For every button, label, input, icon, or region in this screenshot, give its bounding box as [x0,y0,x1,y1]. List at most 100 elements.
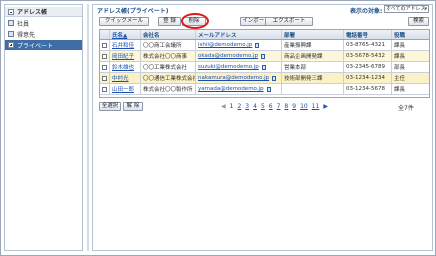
pane-divider[interactable] [87,4,89,251]
pager-page-current: 1 [229,103,234,110]
target-select[interactable]: すべてのアドレス [384,5,429,13]
pager-page[interactable]: 8 [284,103,288,110]
address-book-icon [8,20,14,26]
row-name: 石井和佳 [110,40,141,50]
sidebar-item-label: 社員 [17,20,30,28]
minus-box-icon[interactable] [8,8,14,15]
table-row: 岡田紀子 株式会社〇〇商事 okada@demodemo.jp 商品企画開発課 … [100,51,429,62]
pager-page[interactable]: 5 [261,103,265,110]
pagination: ◀ 1 2 3 4 5 6 7 8 9 10 11 ▶ [221,103,328,110]
mail-icon[interactable] [261,53,266,59]
row-company: 株式会社〇〇製作所 [141,84,196,94]
header-name[interactable]: 氏名▲ [110,30,141,39]
mail-link[interactable]: yamada@demodemo.jp [198,86,264,92]
table-row: 山田一郎 株式会社〇〇製作所 yamada@demodemo.jp 03-123… [100,84,429,95]
pager-next-icon[interactable]: ▶ [323,103,328,110]
app-window: アドレス帳 社員 得意先 プライベート アドレス帳(プライベート) 表示の対象:… [0,0,436,256]
contact-name-link[interactable]: 鈴木雄也 [112,63,134,71]
row-tel: 03-8765-4321 [344,40,392,50]
row-tel: 03-1234-5678 [344,84,392,94]
row-company: 株式会社〇〇商事 [141,51,196,61]
mail-link[interactable]: okada@demodemo.jp [198,53,258,59]
row-tel: 03-5678-5432 [344,51,392,61]
row-name: 鈴木雄也 [110,62,141,72]
target-label: 表示の対象: [350,8,383,15]
row-checkbox[interactable] [102,64,107,70]
row-checkbox-cell [100,62,110,72]
row-dept: 産業振興課 [282,40,344,50]
row-mail: ishii@demodemo.jp [196,40,282,50]
mail-icon[interactable] [272,75,277,81]
sidebar-item-addressbook[interactable]: アドレス帳 [5,7,82,17]
sidebar-item-label: 得意先 [17,31,36,39]
row-dept [282,84,344,94]
row-checkbox[interactable] [102,75,107,81]
total-count: 全7件 [398,105,414,112]
mail-icon[interactable] [266,86,271,92]
pager-page[interactable]: 6 [269,103,273,110]
table-row: 中村光 〇〇通信工業株式会社 nakamura@demodemo.jp 技術部開… [100,73,429,84]
row-name: 岡田紀子 [110,51,141,61]
page-title: アドレス帳(プライベート) [97,8,169,15]
sidebar-item-clients[interactable]: 得意先 [5,29,82,39]
pager-page[interactable]: 4 [253,103,257,110]
header-company: 会社名 [141,30,196,39]
header-checkbox-cell [100,30,110,39]
row-mail: okada@demodemo.jp [196,51,282,61]
register-button[interactable]: 登 録 [158,17,181,26]
mail-icon[interactable] [261,64,266,70]
row-title: 部長 [394,65,406,71]
row-name: 中村光 [110,73,141,83]
pager-page[interactable]: 7 [277,103,281,110]
row-checkbox-cell [100,51,110,61]
mail-icon[interactable] [255,42,260,48]
row-mail: suzuki@demodemo.jp [196,62,282,72]
export-button[interactable]: エクスポート [265,17,313,26]
row-mail: nakamura@demodemo.jp [196,73,282,83]
row-checkbox-cell [100,73,110,83]
mail-link[interactable]: nakamura@demodemo.jp [198,75,269,81]
header-tel: 電話番号 [344,30,392,39]
main-panel: アドレス帳(プライベート) 表示の対象: すべてのアドレス クイックメール 登 … [92,4,433,251]
plus-box-icon[interactable] [8,42,14,48]
table-row: 鈴木雄也 〇〇工業株式会社 suzuki@demodemo.jp 営業本部 03… [100,62,429,73]
search-button[interactable]: 検索 [408,17,429,26]
sidebar-item-label: プライベート [17,42,54,50]
row-mail: yamada@demodemo.jp [196,84,282,94]
pager-prev-icon[interactable]: ◀ [221,103,226,110]
pager-page[interactable]: 9 [292,103,296,110]
row-checkbox[interactable] [102,42,107,48]
header-title: 役職 [394,32,406,39]
table-row: 石井和佳 〇〇商工会議所 ishii@demodemo.jp 産業振興課 03-… [100,40,429,51]
row-tel: 03-2345-6789 [344,62,392,72]
pager-page[interactable]: 10 [300,103,308,110]
row-dept: 技術部開発三課 [282,73,344,83]
row-title: 課長 [394,54,406,60]
pager-page[interactable]: 11 [312,103,320,110]
contact-name-link[interactable]: 中村光 [112,74,129,82]
contact-name-link[interactable]: 石井和佳 [112,41,134,49]
select-all-button[interactable]: 全選択 [99,102,121,111]
row-title: 課長 [394,43,406,49]
table-header: 氏名▲ 会社名 メールアドレス 部署 電話番号 役職 [100,30,429,40]
row-company: 〇〇通信工業株式会社 [141,73,196,83]
row-checkbox[interactable] [102,86,107,92]
row-checkbox[interactable] [102,53,107,59]
header-mail: メールアドレス [196,30,282,39]
sidebar-item-employees[interactable]: 社員 [5,18,82,28]
mail-link[interactable]: suzuki@demodemo.jp [198,64,259,70]
row-company: 〇〇工業株式会社 [141,62,196,72]
contact-name-link[interactable]: 山田一郎 [112,85,134,93]
delete-highlight-ring [181,13,209,29]
row-title: 課長 [394,87,406,93]
pager-page[interactable]: 3 [245,103,249,110]
mail-link[interactable]: ishii@demodemo.jp [198,42,252,48]
address-table: 氏名▲ 会社名 メールアドレス 部署 電話番号 役職 石井和佳 〇〇商工会議所 … [99,29,430,98]
quick-mail-button[interactable]: クイックメール [99,17,149,26]
contact-name-link[interactable]: 岡田紀子 [112,52,134,60]
clear-selection-button[interactable]: 解 除 [123,102,143,111]
pager-page[interactable]: 2 [237,103,241,110]
sidebar: アドレス帳 社員 得意先 プライベート [4,4,83,251]
address-book-icon [8,31,14,37]
sidebar-item-private[interactable]: プライベート [5,40,82,50]
